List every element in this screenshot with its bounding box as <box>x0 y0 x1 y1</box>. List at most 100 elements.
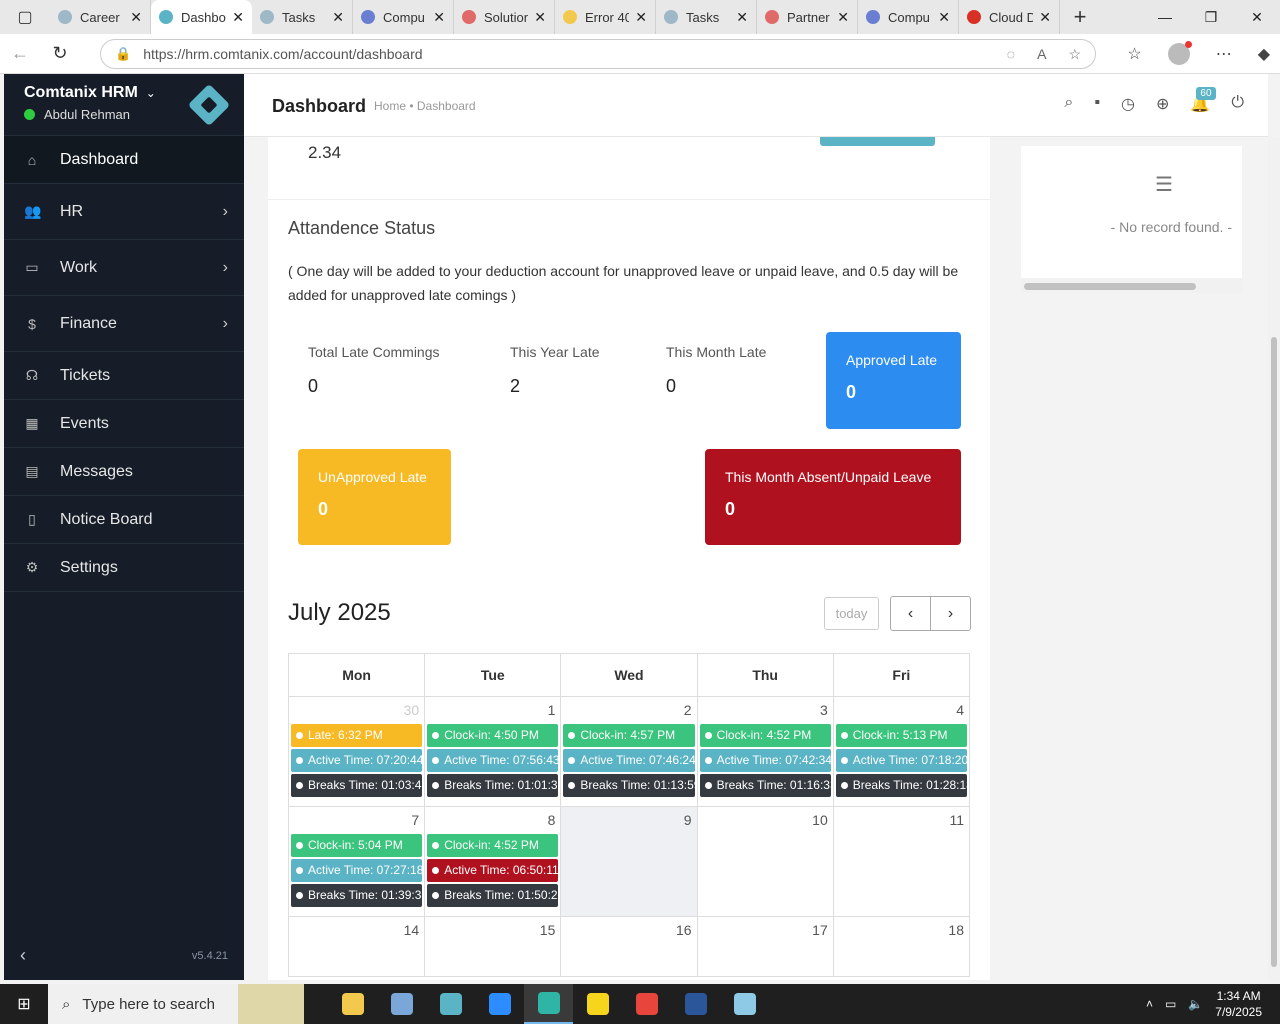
absent-leave-box[interactable]: This Month Absent/Unpaid Leave 0 <box>705 449 961 545</box>
sticky-notes-icon[interactable] <box>573 984 622 1024</box>
calendar-event[interactable]: Clock-in: 5:13 PM <box>835 724 967 747</box>
back-icon[interactable]: ← <box>0 34 40 74</box>
sidebar-item-hr[interactable]: 👥 HR › <box>4 184 244 240</box>
clock[interactable]: 1:34 AM 7/9/2025 <box>1215 988 1262 1020</box>
calendar-event[interactable]: Breaks Time: 01:01:38 <box>427 774 559 797</box>
calendar-event[interactable]: Breaks Time: 01:03:48 <box>291 774 423 797</box>
calendar-day-cell[interactable]: 9 <box>560 806 698 917</box>
favorites-icon[interactable]: ☆ <box>1127 44 1141 64</box>
edge-icon[interactable] <box>524 984 573 1024</box>
close-tab-icon[interactable]: ✕ <box>736 9 748 26</box>
sidebar-item-messages[interactable]: ▤ Messages <box>4 448 244 496</box>
calendar-event[interactable]: Breaks Time: 01:16:33 <box>699 774 831 797</box>
calendar-day-cell[interactable]: 1 Clock-in: 4:50 PM Active Time: 07:56:43 B… <box>424 696 562 807</box>
new-tab-button[interactable]: + <box>1060 4 1100 30</box>
calendar-event[interactable]: Breaks Time: 01:50:21 <box>427 884 559 907</box>
read-aloud-icon[interactable]: A <box>1037 46 1046 63</box>
url-input[interactable]: 🔒 https://hrm.comtanix.com/account/dashb… <box>100 39 1096 69</box>
minimize-icon[interactable]: — <box>1142 0 1188 34</box>
windows-start-icon[interactable]: ⊞ <box>0 984 48 1024</box>
calendar-day-cell[interactable]: 11 <box>832 806 971 917</box>
restore-icon[interactable]: ❐ <box>1188 0 1234 34</box>
scrollbar-thumb[interactable] <box>1271 337 1277 967</box>
today-button[interactable]: today <box>824 597 879 630</box>
chevron-left-icon[interactable]: ‹ <box>891 597 931 630</box>
browser-tab[interactable]: Cloud D ✕ <box>959 0 1060 34</box>
close-tab-icon[interactable]: ✕ <box>332 9 344 26</box>
copilot-icon[interactable]: ◆ <box>1258 44 1270 64</box>
panel-scrollbar[interactable] <box>1021 279 1242 293</box>
browser-tab[interactable]: Tasks ✕ <box>656 0 757 34</box>
comtanix-icon[interactable] <box>426 984 475 1024</box>
sidebar-item-tickets[interactable]: ☊ Tickets <box>4 352 244 400</box>
sidebar-item-settings[interactable]: ⚙ Settings <box>4 544 244 592</box>
sidebar-item-work[interactable]: ▭ Work › <box>4 240 244 296</box>
close-tab-icon[interactable]: ✕ <box>938 9 950 26</box>
browser-tab[interactable]: Compu ✕ <box>858 0 959 34</box>
close-tab-icon[interactable]: ✕ <box>1039 9 1051 26</box>
chevron-right-icon[interactable]: › <box>931 597 970 630</box>
refresh-icon[interactable]: ↻ <box>40 34 80 74</box>
page-scrollbar[interactable] <box>1268 137 1280 980</box>
calendar-event[interactable]: Clock-in: 4:50 PM <box>427 724 559 747</box>
calendar-event[interactable]: Active Time: 07:20:44 <box>291 749 423 772</box>
close-tab-icon[interactable]: ✕ <box>837 9 849 26</box>
calendar-day-cell[interactable]: 10 <box>696 806 834 917</box>
sidebar-item-events[interactable]: ▦ Events <box>4 400 244 448</box>
app-icon[interactable] <box>377 984 426 1024</box>
calendar-day-cell[interactable]: 7 Clock-in: 5:04 PM Active Time: 07:27:18 B… <box>287 806 426 917</box>
calendar-day-cell[interactable]: 30 Late: 6:32 PM Active Time: 07:20:44 Brea… <box>287 696 426 807</box>
tracking-icon[interactable]: ◌ <box>1007 46 1015 63</box>
more-menu-icon[interactable]: ⋯ <box>1216 44 1232 64</box>
calendar-day-cell[interactable]: 4 Clock-in: 5:13 PM Active Time: 07:18:20 B… <box>832 696 971 807</box>
calendar-event[interactable]: Breaks Time: 01:13:59 <box>563 774 695 797</box>
calendar-event[interactable]: Clock-in: 4:52 PM <box>699 724 831 747</box>
approved-late-box[interactable]: Approved Late 0 <box>826 332 961 429</box>
profile-avatar[interactable] <box>1167 41 1192 65</box>
power-icon[interactable]: ⏻ <box>1231 94 1244 114</box>
calendar-day-cell[interactable]: 18 <box>832 916 971 977</box>
chevron-up-icon[interactable]: ˄ <box>1146 997 1153 1011</box>
calendar-event[interactable]: Breaks Time: 01:28:18 <box>835 774 967 797</box>
calendar-event[interactable]: Active Time: 07:56:43 <box>427 749 559 772</box>
close-tab-icon[interactable]: ✕ <box>635 9 647 26</box>
browser-tab[interactable]: Tasks ✕ <box>252 0 353 34</box>
notification-bell-icon[interactable]: 🔔 60 <box>1190 87 1216 114</box>
calendar-day-cell[interactable]: 2 Clock-in: 4:57 PM Active Time: 07:46:24 B… <box>560 696 698 807</box>
calendar-day-cell[interactable]: 16 <box>560 916 698 977</box>
calendar-day-cell[interactable]: 3 Clock-in: 4:52 PM Active Time: 07:42:34 B… <box>696 696 834 807</box>
calendar-day-cell[interactable]: 17 <box>696 916 834 977</box>
calendar-event[interactable]: Active Time: 06:50:11 <box>427 859 559 882</box>
close-tab-icon[interactable]: ✕ <box>433 9 445 26</box>
calendar-day-cell[interactable]: 14 <box>287 916 426 977</box>
network-icon[interactable]: ▭ <box>1165 997 1176 1011</box>
browser-tab[interactable]: Partner ✕ <box>757 0 858 34</box>
lock-icon[interactable]: 🔒 <box>115 46 131 62</box>
unapproved-late-box[interactable]: UnApproved Late 0 <box>298 449 451 545</box>
chrome-icon[interactable] <box>622 984 671 1024</box>
add-circle-icon[interactable]: ⊕ <box>1156 94 1169 114</box>
calendar-event[interactable]: Active Time: 07:27:18 <box>291 859 423 882</box>
calendar-event[interactable]: Clock-in: 4:52 PM <box>427 834 559 857</box>
favorite-star-icon[interactable]: ☆ <box>1068 46 1081 63</box>
search-icon[interactable]: ⌕ <box>1064 94 1073 114</box>
calendar-event[interactable]: Clock-in: 4:57 PM <box>563 724 695 747</box>
file-explorer-icon[interactable] <box>328 984 377 1024</box>
close-tab-icon[interactable]: ✕ <box>232 9 244 26</box>
browser-tab[interactable]: Error 40 ✕ <box>555 0 656 34</box>
word-icon[interactable] <box>671 984 720 1024</box>
notepad-icon[interactable] <box>720 984 769 1024</box>
close-tab-icon[interactable]: ✕ <box>534 9 546 26</box>
sticky-note-icon[interactable]: ▪ <box>1094 94 1100 114</box>
calendar-event[interactable]: Breaks Time: 01:39:38 <box>291 884 423 907</box>
browser-tab[interactable]: Solution ✕ <box>454 0 555 34</box>
breadcrumb[interactable]: Home • Dashboard <box>374 99 476 113</box>
browser-tab[interactable]: Career ✕ <box>50 0 151 34</box>
taskbar-search-input[interactable]: ⌕ Type here to search <box>48 984 304 1024</box>
sidebar-item-notice-board[interactable]: ▯ Notice Board <box>4 496 244 544</box>
close-tab-icon[interactable]: ✕ <box>130 9 142 26</box>
clock-icon[interactable]: ◷ <box>1121 94 1135 114</box>
summary-button[interactable] <box>820 137 935 146</box>
sidebar-item-dashboard[interactable]: ⌂ Dashboard <box>4 136 244 184</box>
calendar-event[interactable]: Clock-in: 5:04 PM <box>291 834 423 857</box>
